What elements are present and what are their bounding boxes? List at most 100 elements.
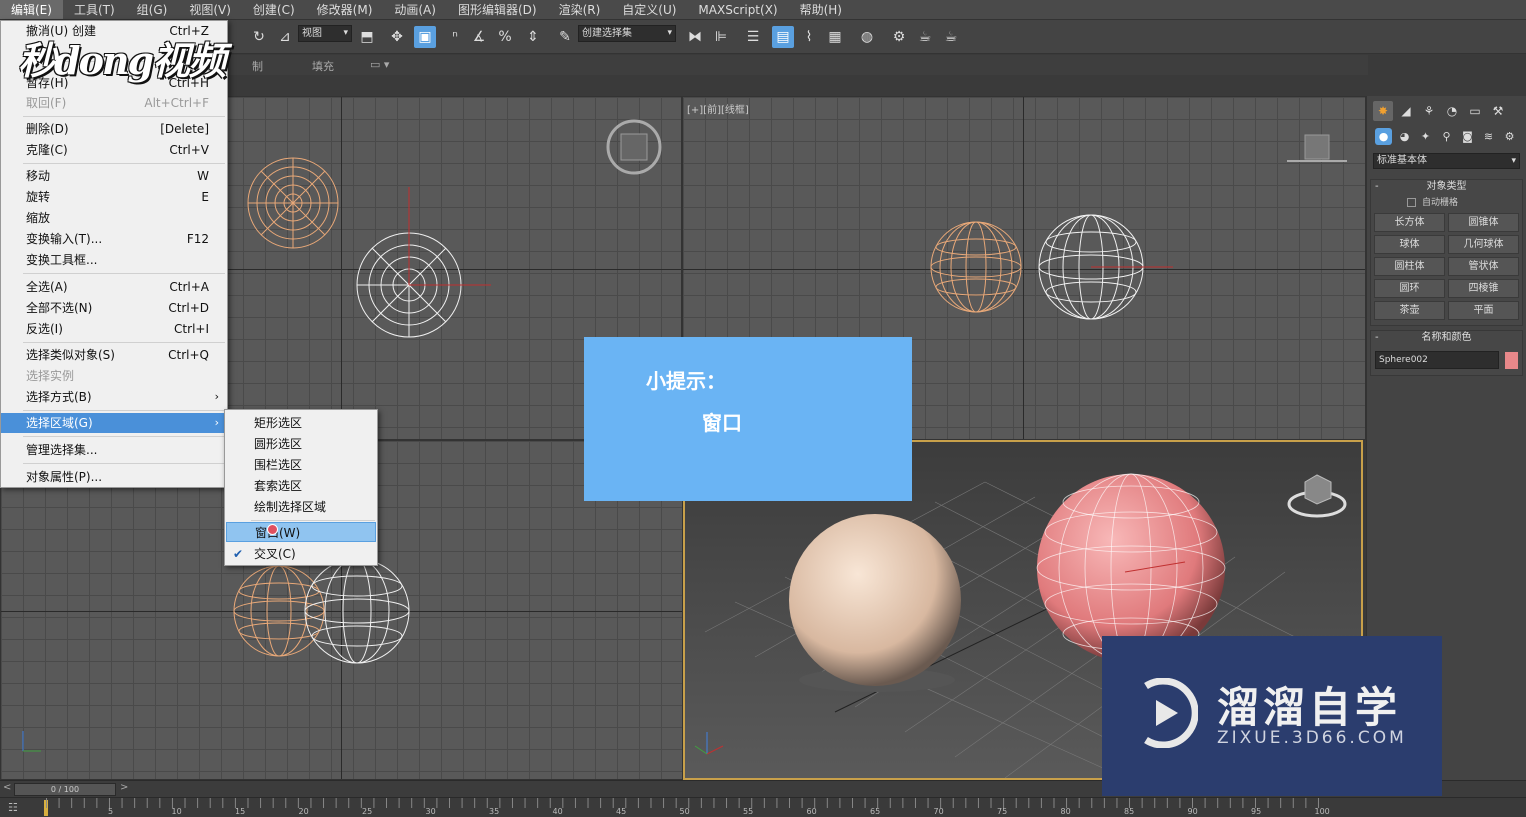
menu-item-selection-region[interactable]: 选择区域(G) › xyxy=(1,413,227,433)
object-color-swatch[interactable] xyxy=(1505,351,1518,369)
menu-graph-editors[interactable]: 图形编辑器(D) xyxy=(447,0,548,19)
pyramid-button[interactable]: 四棱锥 xyxy=(1448,279,1519,298)
snap-3d-icon[interactable]: ⁿ xyxy=(444,26,466,48)
submenu-item-paint[interactable]: 绘制选择区域 xyxy=(226,497,376,517)
material-editor-icon[interactable]: ◍ xyxy=(856,26,878,48)
schematic-view-icon[interactable]: ▦ xyxy=(824,26,846,48)
object-name-field[interactable]: Sphere002 xyxy=(1375,351,1500,369)
shapes-icon[interactable]: ◕ xyxy=(1396,128,1413,145)
time-slider[interactable]: 0 / 100 xyxy=(14,783,116,796)
menu-item-move[interactable]: 移动 W xyxy=(1,166,227,186)
mirror-icon[interactable]: ⧓ xyxy=(684,26,706,48)
menu-item-select-instances[interactable]: 选择实例 xyxy=(1,366,227,386)
render-icon[interactable]: ☕ xyxy=(940,26,962,48)
submenu-item-circle[interactable]: 圆形选区 xyxy=(226,434,376,454)
utilities-tab-icon[interactable]: ⚒ xyxy=(1488,101,1508,121)
submenu-item-rectangle[interactable]: 矩形选区 xyxy=(226,413,376,433)
menu-item-select-similar[interactable]: 选择类似对象(S) Ctrl+Q xyxy=(1,345,227,365)
menu-animation[interactable]: 动画(A) xyxy=(383,0,447,19)
angle-snap-icon[interactable]: ∡ xyxy=(468,26,490,48)
layer-manager-icon[interactable]: ☰ xyxy=(742,26,764,48)
ribbon-dropdown-icon[interactable]: ▭ ▾ xyxy=(370,58,389,71)
menu-item-fetch[interactable]: 取回(F) Alt+Ctrl+F xyxy=(1,93,227,113)
track-bar[interactable]: ☷ 5 10 15 20 25 30 35 40 45 50 55 60 65 70 75 80 85 90 95 1… xyxy=(0,797,1526,817)
ribbon-tab-1[interactable]: 制 xyxy=(252,58,263,74)
prev-frame-icon[interactable]: < xyxy=(3,782,11,793)
cameras-icon[interactable]: ⚲ xyxy=(1438,128,1455,145)
spacewarps-icon[interactable]: ≋ xyxy=(1480,128,1497,145)
menu-item-delete[interactable]: 删除(D) [Delete] xyxy=(1,119,227,139)
menu-item-select-by[interactable]: 选择方式(B) › xyxy=(1,387,227,407)
submenu-item-lasso[interactable]: 套索选区 xyxy=(226,476,376,496)
menu-item-select-none[interactable]: 全部不选(N) Ctrl+D xyxy=(1,298,227,318)
geometry-icon[interactable]: ● xyxy=(1375,128,1392,145)
menu-item-clone[interactable]: 克隆(C) Ctrl+V xyxy=(1,140,227,160)
percent-snap-icon[interactable]: % xyxy=(494,26,516,48)
redo-icon[interactable]: ↻ xyxy=(248,26,270,48)
ribbon-tab-fill[interactable]: 填充 xyxy=(312,58,334,74)
display-tab-icon[interactable]: ▭ xyxy=(1465,101,1485,121)
render-frame-icon[interactable]: ☕ xyxy=(914,26,936,48)
menu-item-transform-toolbox[interactable]: 变换工具框... xyxy=(1,250,227,270)
cone-button[interactable]: 圆锥体 xyxy=(1448,213,1519,232)
curve-editor-icon[interactable]: ⌇ xyxy=(798,26,820,48)
submenu-item-crossing[interactable]: ✔ 交叉(C) xyxy=(226,544,376,564)
play-logo-icon xyxy=(1144,678,1198,748)
render-setup-icon[interactable]: ⚙ xyxy=(888,26,910,48)
menu-views[interactable]: 视图(V) xyxy=(178,0,242,19)
box-button[interactable]: 长方体 xyxy=(1374,213,1445,232)
submenu-item-fence[interactable]: 围栏选区 xyxy=(226,455,376,475)
create-tab-icon[interactable]: ✸ xyxy=(1373,101,1393,121)
move-icon[interactable]: ✥ xyxy=(386,26,408,48)
menu-rendering[interactable]: 渲染(R) xyxy=(548,0,612,19)
select-object-icon[interactable]: ⬒ xyxy=(356,26,378,48)
modify-tab-icon[interactable]: ◢ xyxy=(1396,101,1416,121)
next-frame-icon[interactable]: > xyxy=(120,782,128,793)
track-menu-icon[interactable]: ☷ xyxy=(8,801,18,814)
track-number: 40 xyxy=(552,807,563,816)
menu-edit[interactable]: 编辑(E) xyxy=(0,0,63,19)
menu-item-scale[interactable]: 缩放 xyxy=(1,208,227,228)
motion-tab-icon[interactable]: ◔ xyxy=(1442,101,1462,121)
reference-coord-dropdown[interactable]: 视图 ▾ xyxy=(298,25,352,42)
geometry-type-dropdown[interactable]: 标准基本体 ▾ xyxy=(1373,153,1520,169)
tube-button[interactable]: 管状体 xyxy=(1448,257,1519,276)
geosphere-button[interactable]: 几何球体 xyxy=(1448,235,1519,254)
menu-customize[interactable]: 自定义(U) xyxy=(611,0,687,19)
edit-menu: 撤消(U) 创建 Ctrl+Z 暂存(H) Ctrl+H 取回(F) Alt+Ctrl… xyxy=(0,20,228,488)
menu-group[interactable]: 组(G) xyxy=(126,0,179,19)
rollout-header[interactable]: - 名称和颜色 xyxy=(1371,331,1522,345)
cursor-click-icon xyxy=(267,524,278,535)
menu-tools[interactable]: 工具(T) xyxy=(63,0,126,19)
menu-item-select-invert[interactable]: 反选(I) Ctrl+I xyxy=(1,319,227,339)
named-selection-dropdown[interactable]: 创建选择集 ▾ xyxy=(578,25,676,42)
menu-create[interactable]: 创建(C) xyxy=(242,0,306,19)
cylinder-button[interactable]: 圆柱体 xyxy=(1374,257,1445,276)
align-icon[interactable]: ⊫ xyxy=(710,26,732,48)
menu-modifiers[interactable]: 修改器(M) xyxy=(306,0,384,19)
lights-icon[interactable]: ✦ xyxy=(1417,128,1434,145)
select-link-icon[interactable]: ⊿ xyxy=(274,26,296,48)
menu-item-transform-typein[interactable]: 变换输入(T)... F12 xyxy=(1,229,227,249)
menu-help[interactable]: 帮助(H) xyxy=(789,0,853,19)
spinner-snap-icon[interactable]: ⇕ xyxy=(522,26,544,48)
torus-button[interactable]: 圆环 xyxy=(1374,279,1445,298)
menu-item-object-properties[interactable]: 对象属性(P)... xyxy=(1,467,227,487)
systems-icon[interactable]: ⚙ xyxy=(1501,128,1518,145)
scene-explorer-icon[interactable]: ▤ xyxy=(772,26,794,48)
menu-maxscript[interactable]: MAXScript(X) xyxy=(687,0,788,19)
menu-item-select-all[interactable]: 全选(A) Ctrl+A xyxy=(1,277,227,297)
autogrid-checkbox[interactable]: 自动栅格 xyxy=(1371,194,1522,211)
menu-item-rotate[interactable]: 旋转 E xyxy=(1,187,227,207)
sphere-button[interactable]: 球体 xyxy=(1374,235,1445,254)
hierarchy-tab-icon[interactable]: ⚘ xyxy=(1419,101,1439,121)
menu-item-manage-selection-sets[interactable]: 管理选择集... xyxy=(1,440,227,460)
submenu-item-window[interactable]: 窗口(W) xyxy=(226,522,376,542)
plane-button[interactable]: 平面 xyxy=(1448,301,1519,320)
edit-named-sets-icon[interactable]: ✎ xyxy=(554,26,576,48)
teapot-button[interactable]: 茶壶 xyxy=(1374,301,1445,320)
track-number: 55 xyxy=(743,807,754,816)
select-scale-icon[interactable]: ▣ xyxy=(414,26,436,48)
rollout-header[interactable]: - 对象类型 xyxy=(1371,180,1522,194)
helpers-icon[interactable]: ◙ xyxy=(1459,128,1476,145)
